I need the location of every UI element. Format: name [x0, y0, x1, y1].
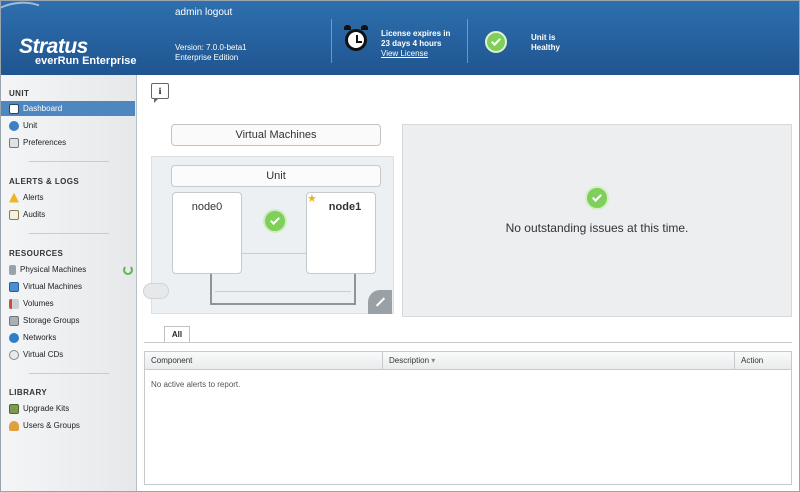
sidebar-divider: [29, 161, 109, 162]
header-divider: [331, 19, 332, 63]
alerts-table: Component Description ▾ Action No active…: [144, 351, 792, 485]
sidebar-divider: [29, 373, 109, 374]
sidebar-item-unit[interactable]: Unit: [9, 118, 135, 133]
column-action[interactable]: Action: [735, 352, 791, 369]
upgrade-icon: [9, 403, 19, 414]
user-logout-link[interactable]: admin logout: [175, 7, 232, 18]
tab-all[interactable]: All: [164, 326, 190, 343]
cd-icon: [9, 349, 19, 360]
sidebar-item-virtual-machines[interactable]: Virtual Machines: [9, 279, 135, 294]
network-link-icon: [368, 290, 392, 314]
version-line: Version: 7.0.0-beta1: [175, 43, 247, 52]
version-info: Version: 7.0.0-beta1 Enterprise Edition: [175, 43, 247, 63]
info-icon: [9, 103, 19, 114]
sidebar-item-volumes[interactable]: Volumes: [9, 296, 135, 311]
healthy-check-icon: [485, 31, 507, 53]
status-message: No outstanding issues at this time.: [505, 221, 689, 235]
sidebar-item-upgrade-kits[interactable]: Upgrade Kits: [9, 401, 135, 416]
preferences-icon: [9, 137, 19, 148]
unit-health-status: Unit is Healthy: [531, 33, 560, 53]
warning-icon: [9, 192, 19, 203]
unit-check-icon: [263, 209, 287, 233]
license-info: License expires in 23 days 4 hours View …: [381, 29, 450, 59]
sidebar-item-alerts[interactable]: Alerts: [9, 190, 135, 205]
refresh-icon[interactable]: [123, 265, 133, 275]
sidebar-item-label: Volumes: [23, 299, 54, 308]
sidebar-item-label: Users & Groups: [23, 421, 80, 430]
network-icon: [9, 332, 19, 343]
tab-underline: [144, 342, 792, 343]
sidebar-item-label: Unit: [23, 121, 38, 130]
column-label: Action: [741, 356, 764, 365]
license-line2: 23 days 4 hours: [381, 39, 442, 48]
sidebar-item-label: Storage Groups: [23, 316, 80, 325]
section-library: LIBRARY: [9, 388, 48, 397]
health-line2: Healthy: [531, 43, 560, 52]
column-description[interactable]: Description ▾: [383, 352, 735, 369]
column-label: Description: [389, 356, 430, 365]
empty-table-message: No active alerts to report.: [151, 380, 241, 389]
users-icon: [9, 420, 19, 431]
sidebar-item-label: Virtual Machines: [23, 282, 82, 291]
node0-box[interactable]: node0: [172, 192, 242, 274]
sidebar-item-label: Virtual CDs: [23, 350, 64, 359]
logo-subtitle: everRun Enterprise: [35, 55, 137, 67]
sync-wire: [215, 291, 351, 292]
health-line1: Unit is: [531, 33, 556, 42]
sidebar-item-users-groups[interactable]: Users & Groups: [9, 418, 135, 433]
sort-desc-icon: ▾: [431, 356, 436, 365]
license-line1: License expires in: [381, 29, 451, 38]
column-label: Component: [151, 356, 193, 365]
sidebar-item-virtual-cds[interactable]: Virtual CDs: [9, 347, 135, 362]
node1-wire: [354, 274, 356, 304]
sidebar-item-physical-machines[interactable]: Physical Machines: [9, 262, 119, 277]
view-license-link[interactable]: View License: [381, 49, 428, 58]
primary-star-icon: ★: [307, 193, 317, 205]
sidebar-divider: [29, 233, 109, 234]
node0-wire: [210, 274, 212, 304]
unit-box[interactable]: Unit: [171, 165, 381, 187]
sidebar-item-label: Preferences: [23, 138, 67, 147]
sidebar-item-audits[interactable]: Audits: [9, 207, 135, 222]
virtual-machines-box[interactable]: Virtual Machines: [171, 124, 381, 146]
header-divider: [467, 19, 468, 63]
sidebar-item-label: Dashboard: [23, 104, 63, 113]
clipboard-icon: [9, 209, 19, 220]
sidebar-item-label: Alerts: [23, 193, 44, 202]
section-alerts-logs: ALERTS & LOGS: [9, 177, 80, 186]
app-window: Stratus everRun Enterprise admin logout …: [0, 0, 800, 492]
section-unit: UNIT: [9, 89, 30, 98]
column-component[interactable]: Component: [145, 352, 383, 369]
sidebar-item-label: Networks: [23, 333, 57, 342]
header-bar: Stratus everRun Enterprise admin logout …: [1, 1, 799, 87]
section-resources: RESOURCES: [9, 249, 64, 258]
sidebar-item-preferences[interactable]: Preferences: [9, 135, 135, 150]
sidebar-item-networks[interactable]: Networks: [9, 330, 135, 345]
sidebar-item-label: Audits: [23, 210, 46, 219]
server-icon: [9, 264, 16, 275]
vm-icon: [9, 281, 19, 292]
sidebar-item-label: Upgrade Kits: [23, 404, 70, 413]
info-button[interactable]: i: [151, 83, 169, 103]
cloud-icon: [143, 283, 169, 299]
edition-line: Enterprise Edition: [175, 53, 239, 62]
volume-icon: [9, 298, 19, 309]
sidebar-item-dashboard[interactable]: Dashboard: [1, 101, 135, 116]
sidebar-item-storage-groups[interactable]: Storage Groups: [9, 313, 135, 328]
alarm-clock-icon: [344, 25, 368, 51]
storage-icon: [9, 315, 19, 326]
sidebar-item-label: Physical Machines: [20, 265, 87, 274]
link-wire: [210, 303, 356, 305]
status-check-icon: [585, 186, 609, 210]
sidebar: UNIT Dashboard Unit Preferences ALERTS &…: [1, 75, 137, 491]
table-header: Component Description ▾ Action: [145, 352, 791, 370]
globe-icon: [9, 120, 19, 131]
